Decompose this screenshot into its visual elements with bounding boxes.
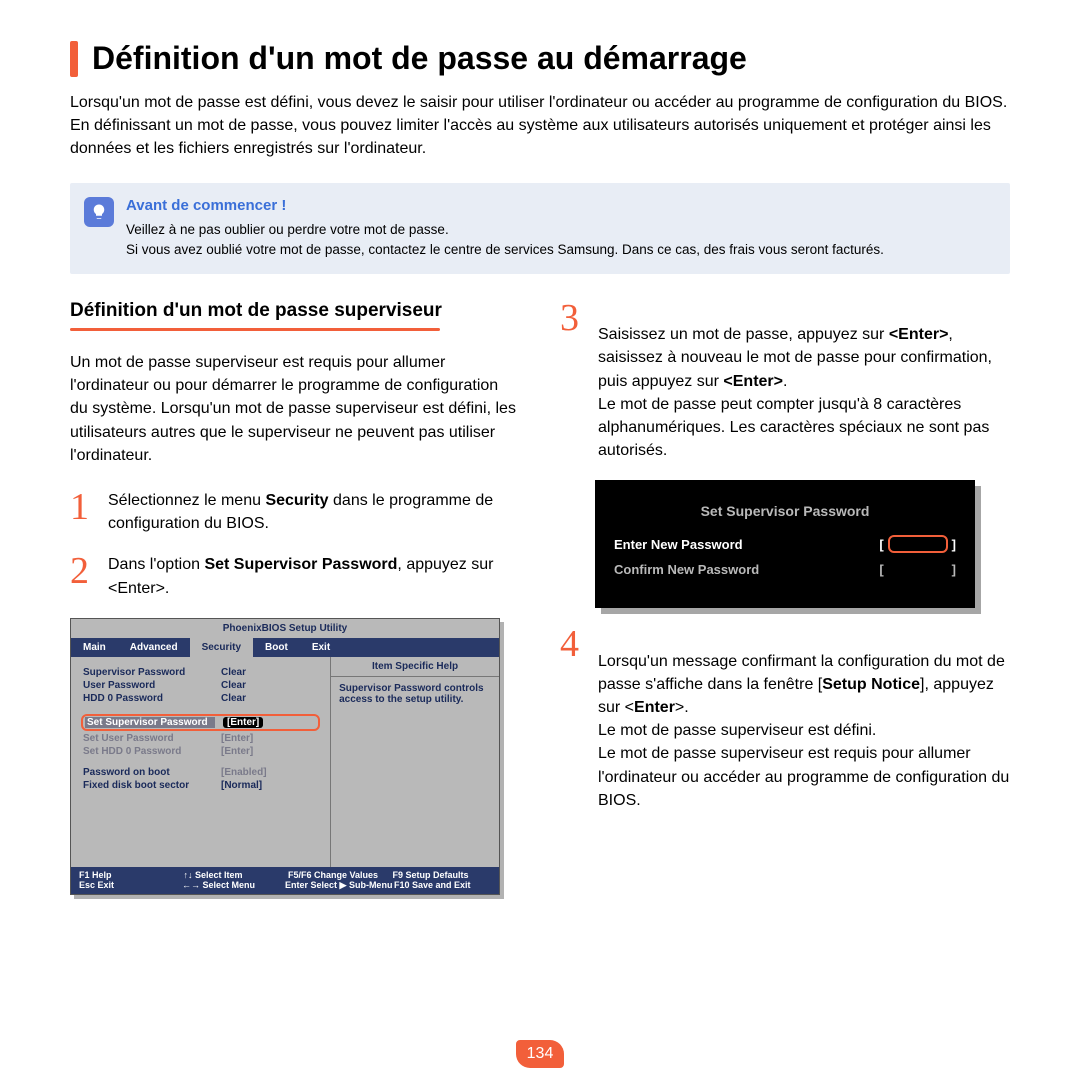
bios-key: Set HDD 0 Password xyxy=(83,746,213,757)
bold: <Enter> xyxy=(889,326,949,343)
password-dialog-screenshot: Set Supervisor Password Enter New Passwo… xyxy=(595,480,975,608)
lightbulb-icon xyxy=(84,197,114,227)
text: Saisissez un mot de passe, appuyez sur xyxy=(598,326,889,343)
dialog-label: Enter New Password xyxy=(614,537,743,552)
bios-tab-exit: Exit xyxy=(300,638,342,657)
info-note-box: Avant de commencer ! Veillez à ne pas ou… xyxy=(70,183,1010,275)
bold: Set Supervisor Password xyxy=(204,556,397,573)
bios-foot-cell: F5/F6 Change Values xyxy=(288,870,387,880)
bios-key: User Password xyxy=(83,680,213,691)
bold: Setup Notice xyxy=(822,676,920,693)
bios-key: HDD 0 Password xyxy=(83,693,213,704)
step-number: 4 xyxy=(560,626,588,812)
bios-footer: F1 Help ↑↓ Select Item F5/F6 Change Valu… xyxy=(71,867,499,894)
bios-val: Clear xyxy=(221,667,246,678)
bios-left-panel: Supervisor Password Clear User Password Cl… xyxy=(71,657,331,867)
text: Dans l'option xyxy=(108,556,204,573)
text: Sélectionnez le menu xyxy=(108,492,265,509)
left-column: Définition d'un mot de passe superviseur… xyxy=(70,300,520,895)
bios-tab-main: Main xyxy=(71,638,118,657)
bios-val: [Enabled] xyxy=(221,767,267,778)
step-3: 3 Saisissez un mot de passe, appuyez sur… xyxy=(560,300,1010,462)
step-text: Sélectionnez le menu Security dans le pr… xyxy=(108,489,520,535)
section-heading: Définition d'un mot de passe superviseur xyxy=(70,300,520,322)
step-number: 2 xyxy=(70,553,98,599)
bios-foot-cell: Esc Exit xyxy=(79,880,176,891)
note-content: Avant de commencer ! Veillez à ne pas ou… xyxy=(126,197,884,261)
bios-row-dim: Set User Password [Enter] xyxy=(83,733,318,744)
bios-screenshot: PhoenixBIOS Setup Utility Main Advanced … xyxy=(70,618,500,895)
step-text: Dans l'option Set Supervisor Password, a… xyxy=(108,553,520,599)
bios-row: HDD 0 Password Clear xyxy=(83,693,318,704)
bios-help-heading: Item Specific Help xyxy=(331,657,499,677)
bios-val: Clear xyxy=(221,693,246,704)
bios-row: Supervisor Password Clear xyxy=(83,667,318,678)
password-slot xyxy=(888,535,948,553)
bios-tabs: Main Advanced Security Boot Exit xyxy=(71,638,499,657)
password-slot xyxy=(888,561,948,577)
intro-paragraph: Lorsqu'un mot de passe est défini, vous … xyxy=(70,91,1010,161)
bios-help-body: Supervisor Password controls access to t… xyxy=(331,677,499,711)
bios-tab-security: Security xyxy=(190,638,253,657)
dialog-title: Set Supervisor Password xyxy=(614,503,956,519)
page-title-row: Définition d'un mot de passe au démarrag… xyxy=(70,40,1010,77)
note-line2: Si vous avez oublié votre mot de passe, … xyxy=(126,240,884,260)
bios-val: Clear xyxy=(221,680,246,691)
step-text: Lorsqu'un message confirmant la configur… xyxy=(598,626,1010,812)
bios-tab-boot: Boot xyxy=(253,638,300,657)
bios-foot-cell: ↑↓ Select Item xyxy=(184,870,283,880)
bios-key: Supervisor Password xyxy=(83,667,213,678)
step-4: 4 Lorsqu'un message confirmant la config… xyxy=(560,626,1010,812)
dialog-row-enter: Enter New Password [] xyxy=(614,535,956,553)
bold: <Enter> xyxy=(723,373,783,390)
bios-key: Set User Password xyxy=(83,733,213,744)
bios-tab-advanced: Advanced xyxy=(118,638,190,657)
two-column-layout: Définition d'un mot de passe superviseur… xyxy=(70,300,1010,895)
bios-foot-cell: F9 Setup Defaults xyxy=(393,870,492,880)
right-column: 3 Saisissez un mot de passe, appuyez sur… xyxy=(560,300,1010,895)
bios-window-title: PhoenixBIOS Setup Utility xyxy=(71,619,499,638)
bios-row-dim: Set HDD 0 Password [Enter] xyxy=(83,746,318,757)
bios-highlighted-row: Set Supervisor Password [Enter] xyxy=(81,714,320,731)
bios-foot-cell: ←→ Select Menu xyxy=(182,880,279,891)
note-line1: Veillez à ne pas oublier ou perdre votre… xyxy=(126,220,884,240)
bios-key: Fixed disk boot sector xyxy=(83,780,213,791)
step-number: 3 xyxy=(560,300,588,462)
bios-val: [Enter] xyxy=(223,717,263,728)
step-1: 1 Sélectionnez le menu Security dans le … xyxy=(70,489,520,535)
bios-foot-cell: Enter Select ▶ Sub-Menu xyxy=(285,880,388,891)
bios-row: Fixed disk boot sector [Normal] xyxy=(83,780,318,791)
step-text: Saisissez un mot de passe, appuyez sur <… xyxy=(598,300,1010,462)
bold: Enter xyxy=(634,699,675,716)
bios-row: User Password Clear xyxy=(83,680,318,691)
bios-val: [Enter] xyxy=(221,733,253,744)
heading-underline xyxy=(70,328,440,331)
dialog-input-box: [] xyxy=(879,561,956,577)
bios-val: [Enter] xyxy=(221,746,253,757)
page-number-badge: 134 xyxy=(516,1040,564,1068)
dialog-input-box: [] xyxy=(879,535,956,553)
note-body: Veillez à ne pas oublier ou perdre votre… xyxy=(126,220,884,261)
bios-foot-cell: F10 Save and Exit xyxy=(394,880,491,891)
step-2: 2 Dans l'option Set Supervisor Password,… xyxy=(70,553,520,599)
page-title: Définition d'un mot de passe au démarrag… xyxy=(92,40,747,77)
bios-row: Password on boot [Enabled] xyxy=(83,767,318,778)
bios-key: Password on boot xyxy=(83,767,213,778)
bios-body: Supervisor Password Clear User Password Cl… xyxy=(71,657,499,867)
step-number: 1 xyxy=(70,489,98,535)
note-title: Avant de commencer ! xyxy=(126,197,884,214)
bios-key: Set Supervisor Password xyxy=(85,717,215,728)
bios-foot-cell: F1 Help xyxy=(79,870,178,880)
accent-bar xyxy=(70,41,78,77)
bios-right-panel: Item Specific Help Supervisor Password c… xyxy=(331,657,499,867)
bold: Security xyxy=(265,492,328,509)
dialog-row-confirm: Confirm New Password [] xyxy=(614,561,956,577)
dialog-label: Confirm New Password xyxy=(614,562,759,577)
section-paragraph: Un mot de passe superviseur est requis p… xyxy=(70,351,520,467)
bios-val: [Normal] xyxy=(221,780,262,791)
